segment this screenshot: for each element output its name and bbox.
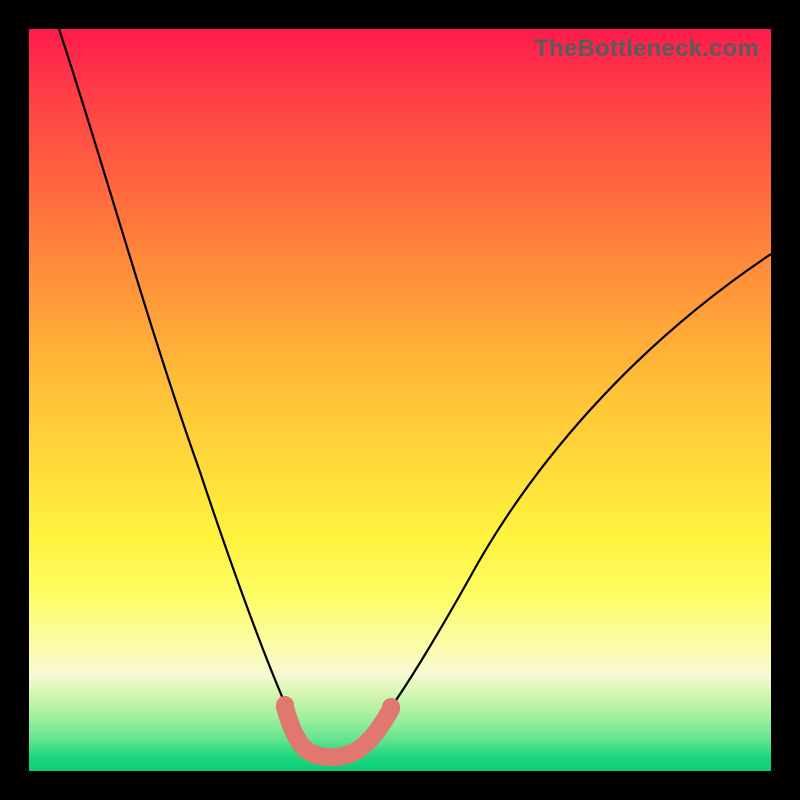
plot-area: TheBottleneck.com [29,29,771,771]
bottleneck-curve [29,29,771,771]
highlight-dot-right [382,698,400,716]
curve-line [59,29,771,755]
highlight-dot-left [276,696,294,714]
highlight-band [285,707,391,757]
chart-frame: TheBottleneck.com [0,0,800,800]
